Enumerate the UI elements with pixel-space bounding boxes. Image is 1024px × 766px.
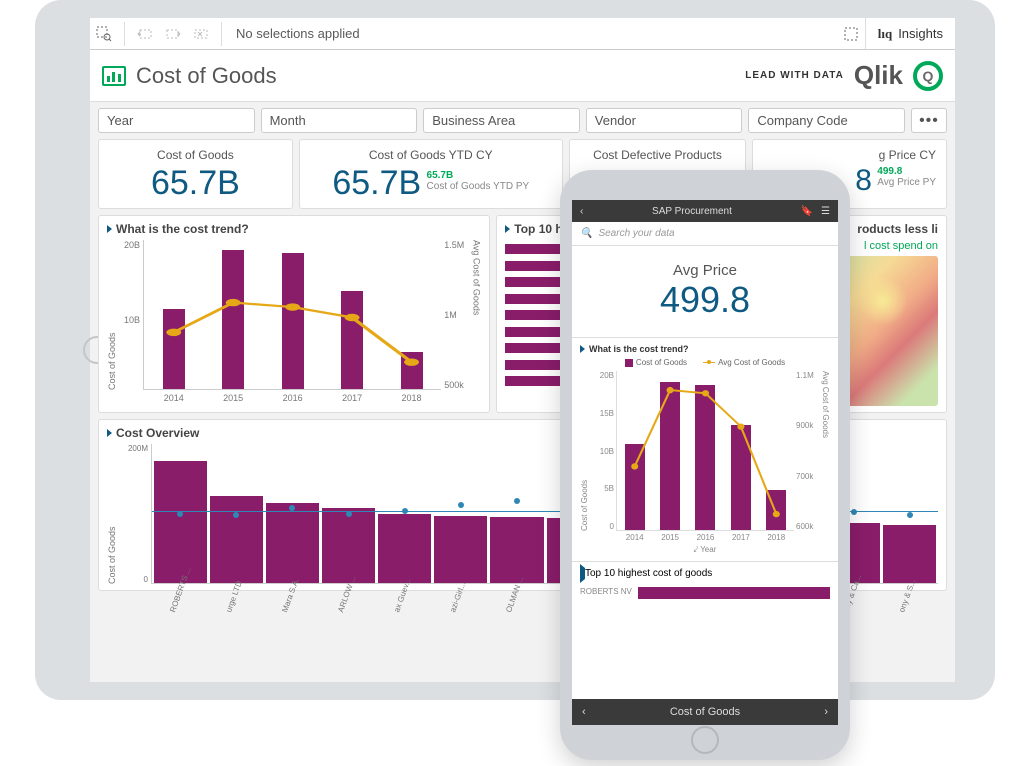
phone-card-trend[interactable]: What is the cost trend? Cost of Goods Av… (572, 337, 838, 561)
x-axis: 2014 2015 2016 2017 2018 (617, 533, 794, 542)
phone-screen: ‹ SAP Procurement 🔖 ☰ 🔍 Search your data… (572, 200, 838, 725)
insights-button[interactable]: lıq Insights (865, 18, 955, 49)
y-axis-label: Cost of Goods (107, 240, 119, 390)
kpi-title: Avg Price (572, 262, 838, 279)
y-axis-ticks: 200M 0 (119, 444, 151, 584)
filter-business-area[interactable]: Business Area (423, 108, 580, 133)
y-axis-ticks: 20B 10B (119, 240, 143, 390)
chart-plot: 2014 2015 2016 2017 2018 (616, 371, 794, 531)
card-cost-trend[interactable]: What is the cost trend? Cost of Goods 20… (98, 215, 490, 413)
filter-row: Year Month Business Area Vendor Company … (90, 102, 955, 139)
phone-search-input[interactable]: 🔍 Search your data (572, 222, 838, 246)
y-axis-ticks: 20B 15B 10B 5B 0 (590, 371, 616, 531)
chart-plot: 2014 2015 2016 2017 2018 (143, 240, 441, 390)
filter-company-code[interactable]: Company Code (748, 108, 905, 133)
insights-label: Insights (898, 26, 943, 41)
phone-home-button[interactable] (691, 726, 719, 754)
brand-tagline: LEAD WITH DATA (745, 70, 844, 81)
kpi-title: Cost Defective Products (580, 148, 736, 162)
back-icon[interactable]: ‹ (580, 206, 583, 217)
y-axis-ticks-right: 1.5M 1M 500k (441, 240, 469, 390)
menu-icon[interactable]: ☰ (821, 206, 830, 217)
phone-card-top10[interactable]: Top 10 highest cost of goods ROBERTS NV (572, 561, 838, 699)
step-back-icon[interactable] (131, 20, 159, 48)
chart-legend: Cost of Goods Avg Cost of Goods (580, 358, 830, 367)
y-axis-ticks-right: 1.1M 900k 700k 600k (794, 371, 820, 531)
selections-text: No selections applied (228, 26, 837, 41)
sheet-title-bar: Cost of Goods LEAD WITH DATA Qlik Q (90, 50, 955, 102)
clear-selections-icon[interactable] (187, 20, 215, 48)
expand-icon (505, 225, 510, 233)
kpi-title: Cost of Goods YTD CY (310, 148, 552, 162)
bar-label: ROBERTS NV (580, 587, 632, 596)
card-title: What is the cost trend? (107, 222, 481, 236)
y-axis-label-right: Avg Cost of Goods (820, 371, 830, 531)
phone-sheet-title: Cost of Goods (670, 706, 740, 718)
card-title: Top 10 highest cost of goods (580, 568, 830, 579)
smart-search-icon[interactable] (90, 20, 118, 48)
insights-icon: lıq (878, 26, 892, 42)
x-axis-label: ⤦ Year (580, 545, 830, 555)
expand-icon (107, 225, 112, 233)
trend-chart: Cost of Goods 20B 10B (107, 240, 481, 390)
kpi-value: 65.7B (332, 164, 421, 202)
y-axis-label: Cost of Goods (580, 371, 590, 531)
kpi-value: 65.7B (109, 166, 282, 200)
search-icon: 🔍 (580, 228, 592, 239)
kpi-title: Avg Price CY (763, 148, 936, 162)
kpi-title: Cost of Goods (109, 148, 282, 162)
phone-kpi-avg-price[interactable]: Avg Price 499.8 (572, 246, 838, 337)
filter-month[interactable]: Month (261, 108, 418, 133)
x-axis: 2014 2015 2016 2017 2018 (144, 393, 441, 403)
brand-name: Qlik (854, 60, 903, 91)
expand-icon (580, 345, 585, 353)
filter-more-button[interactable]: ••• (911, 108, 947, 133)
tablet-device: No selections applied lıq Insights Cost … (35, 0, 995, 700)
kpi-secondary: 499.8 Avg Price PY (877, 166, 936, 188)
brand-logo-icon: Q (913, 61, 943, 91)
phone-trend-chart: Cost of Goods 20B 15B 10B 5B 0 (580, 371, 830, 531)
next-icon[interactable]: › (824, 706, 828, 718)
phone-topbar: ‹ SAP Procurement 🔖 ☰ (572, 200, 838, 222)
toolbar: No selections applied lıq Insights (90, 18, 955, 50)
kpi-secondary: 65.7B Cost of Goods YTD PY (427, 170, 530, 192)
filter-year[interactable]: Year (98, 108, 255, 133)
kpi-cost-of-goods[interactable]: Cost of Goods 65.7B (98, 139, 293, 209)
sheet-title: Cost of Goods (136, 63, 277, 89)
kpi-cost-ytd-cy[interactable]: Cost of Goods YTD CY 65.7B 65.7B Cost of… (299, 139, 563, 209)
kpi-value: 499.8 (572, 279, 838, 321)
phone-title: SAP Procurement (652, 206, 732, 217)
step-forward-icon[interactable] (159, 20, 187, 48)
phone-device: ‹ SAP Procurement 🔖 ☰ 🔍 Search your data… (560, 170, 850, 760)
selections-tool-icon[interactable] (837, 20, 865, 48)
search-placeholder: Search your data (598, 228, 674, 239)
card-title: What is the cost trend? (580, 344, 830, 354)
bookmark-icon[interactable]: 🔖 (801, 206, 813, 217)
kpi-value: 8 (855, 164, 872, 197)
prev-icon[interactable]: ‹ (582, 706, 586, 718)
sheet-icon (102, 66, 126, 86)
filter-vendor[interactable]: Vendor (586, 108, 743, 133)
expand-icon (107, 429, 112, 437)
phone-bottombar: ‹ Cost of Goods › (572, 699, 838, 725)
y-axis-label-right: Avg Cost of Goods (469, 240, 481, 390)
y-axis-label: Cost of Goods (107, 444, 119, 584)
brand: LEAD WITH DATA Qlik Q (745, 60, 943, 91)
